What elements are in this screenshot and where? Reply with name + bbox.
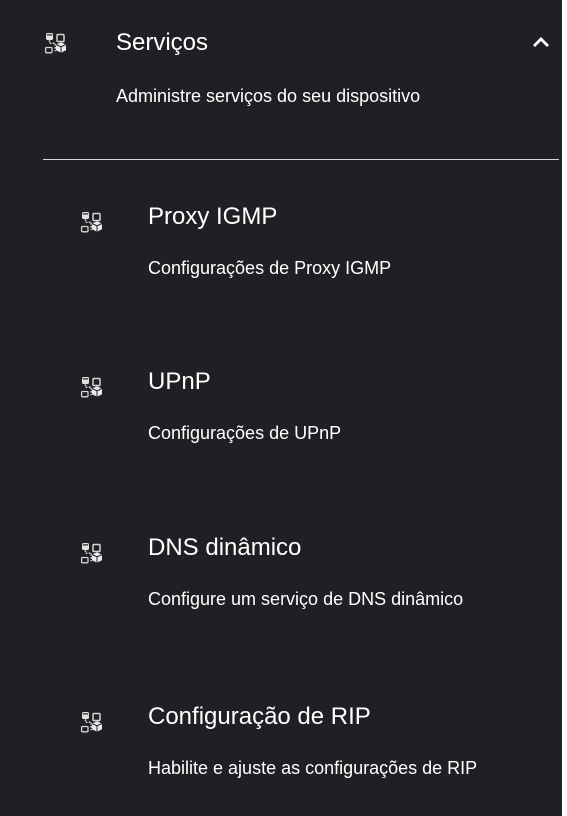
- services-icon: [80, 543, 103, 564]
- services-icon: [44, 33, 67, 54]
- nav-item-title: Configuração de RIP: [148, 703, 371, 730]
- nav-item-title: UPnP: [148, 368, 211, 395]
- nav-item-dynamic-dns[interactable]: DNS dinâmico Configure um serviço de DNS…: [0, 533, 562, 663]
- services-nav-panel: Serviços Administre serviços do seu disp…: [0, 0, 562, 816]
- services-icon: [80, 212, 103, 233]
- nav-item-title: Proxy IGMP: [148, 203, 278, 230]
- section-description: Administre serviços do seu dispositivo: [116, 86, 421, 106]
- services-icon: [80, 377, 103, 398]
- section-title: Serviços: [116, 29, 209, 56]
- nav-item-description: Configurações de Proxy IGMP: [148, 258, 392, 278]
- nav-item-description: Configurações de UPnP: [148, 423, 342, 443]
- nav-item-rip-configuration[interactable]: Configuração de RIP Habilite e ajuste as…: [0, 702, 562, 816]
- chevron-up-icon[interactable]: [529, 33, 553, 53]
- nav-item-description: Habilite e ajuste as configurações de RI…: [148, 758, 478, 778]
- section-divider: [43, 159, 559, 160]
- nav-item-proxy-igmp[interactable]: Proxy IGMP Configurações de Proxy IGMP: [0, 202, 562, 332]
- nav-item-description: Configure um serviço de DNS dinâmico: [148, 589, 464, 609]
- section-header-services[interactable]: Serviços Administre serviços do seu disp…: [0, 0, 562, 140]
- services-icon: [80, 712, 103, 733]
- nav-item-title: DNS dinâmico: [148, 534, 302, 561]
- nav-item-upnp[interactable]: UPnP Configurações de UPnP: [0, 367, 562, 497]
